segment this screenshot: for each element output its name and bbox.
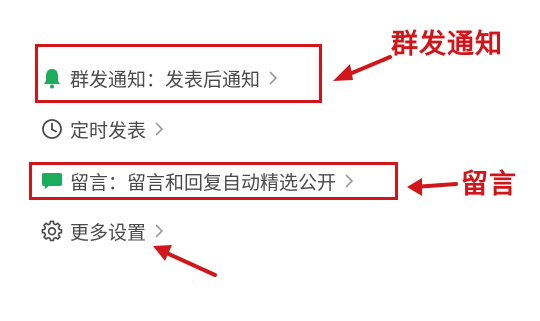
gear-icon — [40, 219, 64, 243]
chevron-right-icon — [154, 121, 164, 137]
clock-icon — [40, 117, 64, 141]
comment-arrow — [412, 182, 458, 189]
group-notify-setting[interactable]: 群发通知：发表后通知 — [40, 63, 278, 93]
notify-callout-text: 群发通知 — [391, 29, 503, 60]
scheduled-publish-setting[interactable]: 定时发表 — [40, 114, 164, 144]
more-settings-label: 更多设置 — [70, 221, 147, 244]
more-settings-arrowhead — [153, 245, 172, 261]
chat-bubble-icon — [40, 169, 64, 193]
chevron-right-icon — [154, 223, 164, 239]
notify-arrowhead — [333, 64, 353, 81]
chevron-right-icon — [344, 173, 354, 189]
group-notify-label: 群发通知：发表后通知 — [70, 68, 261, 91]
comment-setting[interactable]: 留言：留言和回复自动精选公开 — [40, 166, 354, 196]
scheduled-publish-label: 定时发表 — [70, 119, 147, 142]
chevron-right-icon — [268, 70, 278, 86]
more-settings[interactable]: 更多设置 — [40, 216, 164, 246]
comment-callout-text: 留言 — [461, 169, 517, 200]
comment-arrowhead — [407, 178, 422, 196]
more-settings-arrow — [158, 248, 217, 277]
settings-canvas: 群发通知：发表后通知 定时发表 留言：留言和回复自动精选公开 更多设置 群发通知… — [0, 0, 540, 321]
comment-label: 留言：留言和回复自动精选公开 — [70, 171, 337, 194]
bell-icon — [40, 66, 64, 90]
notify-arrow — [338, 55, 392, 80]
